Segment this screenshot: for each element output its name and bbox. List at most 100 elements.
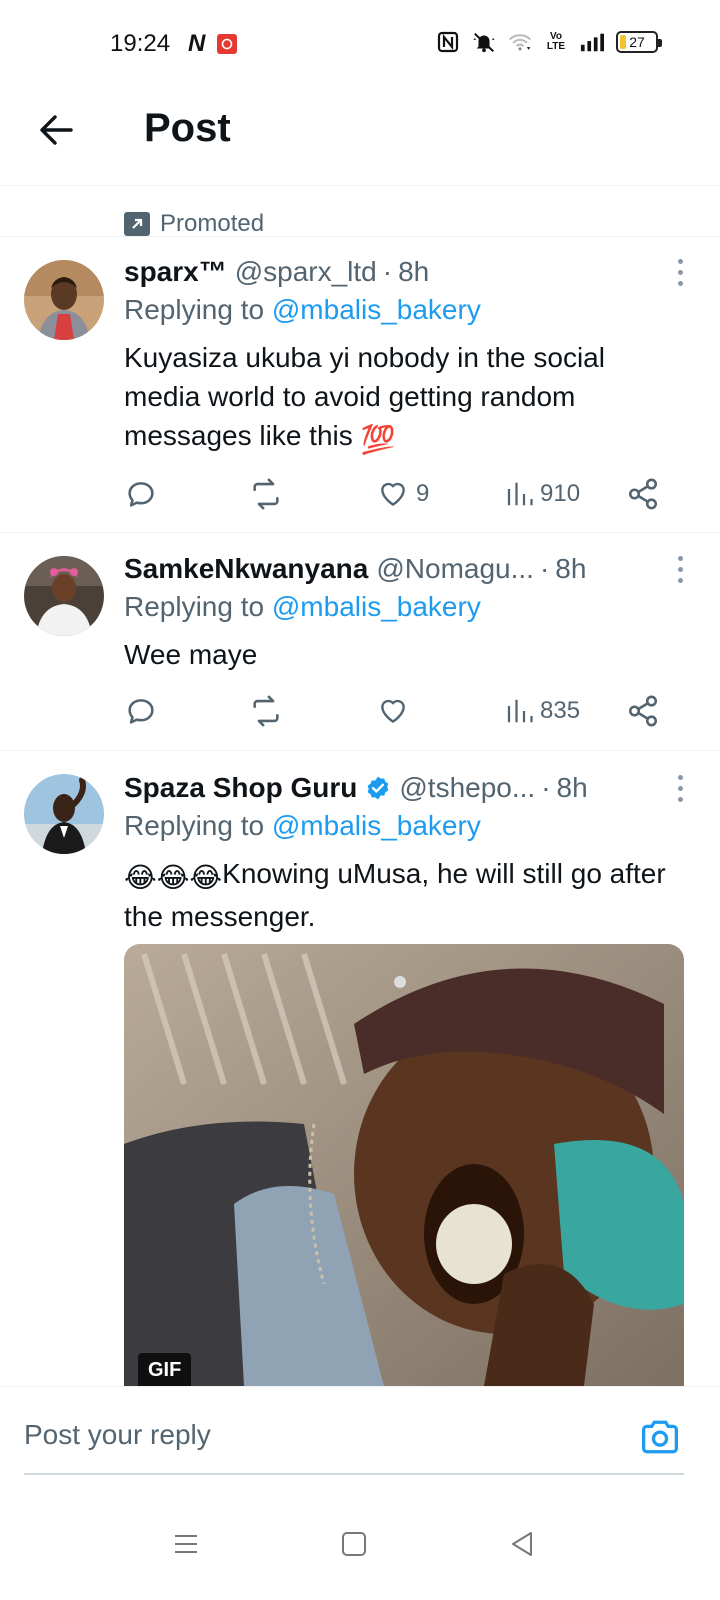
promoted-text: Promoted <box>160 210 265 237</box>
signal-icon <box>580 30 604 54</box>
replying-prefix: Replying to <box>124 810 265 841</box>
separator-dot: · <box>539 553 550 584</box>
home-square-icon <box>342 1532 366 1556</box>
repost-button[interactable] <box>248 691 284 731</box>
back-triangle-icon <box>512 1532 532 1556</box>
divider <box>0 750 720 751</box>
share-button[interactable] <box>626 691 660 731</box>
avatar[interactable] <box>24 556 104 636</box>
reply-input[interactable]: Post your reply <box>24 1419 211 1451</box>
status-left-icons: N <box>188 30 238 57</box>
mention-link[interactable]: @mbalis_bakery <box>272 591 481 622</box>
avatar[interactable] <box>24 260 104 340</box>
header: Post <box>0 92 720 186</box>
more-options-button[interactable] <box>670 252 690 292</box>
volte-icon: Vo LTE <box>546 31 566 52</box>
tweet-header: sparx™ @sparx_ltd · 8h <box>124 252 696 292</box>
repost-icon <box>253 695 279 727</box>
mention-link[interactable]: @mbalis_bakery <box>272 810 481 841</box>
camera-button[interactable] <box>638 1415 682 1459</box>
display-name[interactable]: Spaza Shop Guru <box>124 772 357 804</box>
replying-to: Replying to @mbalis_bakery <box>124 591 481 623</box>
reply-button[interactable] <box>124 474 158 514</box>
replying-to: Replying to @mbalis_bakery <box>124 294 481 326</box>
netflix-icon: N <box>188 30 206 57</box>
status-bar: 19:24 N Vo LTE 27 <box>0 0 720 92</box>
battery-icon: 27 <box>616 31 662 53</box>
tweet-header: Spaza Shop Guru @tshepo... · 8h <box>124 768 696 808</box>
replying-prefix: Replying to <box>124 591 265 622</box>
views-button[interactable]: 910 <box>504 474 580 514</box>
reply-icon <box>128 699 154 724</box>
display-name[interactable]: sparx™ <box>124 256 227 288</box>
laughing-emoji: 😂😂😂 <box>124 862 223 893</box>
replying-to: Replying to @mbalis_bakery <box>124 810 481 842</box>
home-button[interactable] <box>332 1522 376 1566</box>
camera-icon <box>642 1420 678 1454</box>
mute-icon <box>472 30 496 54</box>
tweet[interactable]: SamkeNkwanyana @Nomagu... · 8h Replying … <box>0 549 720 749</box>
display-name[interactable]: SamkeNkwanyana <box>124 553 368 585</box>
like-button[interactable]: 9 <box>376 474 429 514</box>
more-options-button[interactable] <box>670 549 690 589</box>
tweet-text: Wee maye <box>124 639 258 670</box>
replying-prefix: Replying to <box>124 294 265 325</box>
divider <box>0 236 720 237</box>
share-button[interactable] <box>626 474 660 514</box>
wifi-icon <box>508 30 532 54</box>
system-nav-bar <box>0 1492 720 1600</box>
separator-dot: · <box>541 772 551 803</box>
reply-underline <box>24 1473 684 1475</box>
heart-icon <box>381 482 405 506</box>
system-back-button[interactable] <box>500 1522 544 1566</box>
battery-fill <box>620 35 627 49</box>
reply-button[interactable] <box>124 691 158 731</box>
handle[interactable]: @sparx_ltd <box>235 256 377 288</box>
more-options-button[interactable] <box>670 768 690 808</box>
like-button[interactable] <box>376 691 416 731</box>
tweet[interactable]: sparx™ @sparx_ltd · 8h Replying to @mbal… <box>0 252 720 532</box>
arrow-left-icon <box>40 115 73 145</box>
handle[interactable]: @tshepo... <box>399 772 535 804</box>
battery-level: 27 <box>629 34 645 50</box>
tweet-text: Kuyasiza ukuba yi nobody in the social m… <box>124 338 684 459</box>
promoted-icon <box>124 212 150 236</box>
tweet-text: 😂😂😂Knowing uMusa, he will still go after… <box>124 854 684 936</box>
analytics-icon <box>507 699 533 723</box>
reply-icon <box>128 482 154 507</box>
view-count: 910 <box>540 480 581 507</box>
repost-icon <box>253 478 279 510</box>
nfc-icon <box>436 30 460 54</box>
analytics-icon <box>507 482 533 506</box>
action-bar: 835 <box>124 691 664 731</box>
repost-button[interactable] <box>248 474 284 514</box>
avatar[interactable] <box>24 774 104 854</box>
divider <box>0 532 720 533</box>
handle[interactable]: @Nomagu... <box>376 553 534 585</box>
mention-link[interactable]: @mbalis_bakery <box>272 294 481 325</box>
action-bar: 9 910 <box>124 474 664 514</box>
verified-badge-icon <box>365 775 391 801</box>
menu-icon <box>175 1535 197 1553</box>
hundred-points-emoji: 💯 <box>360 424 396 455</box>
reply-composer: Post your reply <box>0 1386 720 1492</box>
views-button[interactable]: 835 <box>504 691 580 731</box>
separator-dot: · <box>382 256 393 287</box>
heart-icon <box>381 699 405 723</box>
status-time: 19:24 <box>110 30 171 57</box>
like-count: 9 <box>416 480 430 507</box>
view-count: 835 <box>540 697 581 724</box>
page-title: Post <box>144 106 231 150</box>
share-icon <box>628 695 658 727</box>
gif-badge: GIF <box>138 1353 192 1386</box>
promoted-label[interactable]: Promoted <box>124 210 264 238</box>
red-app-icon <box>217 34 238 54</box>
timestamp[interactable]: 8h <box>398 256 429 288</box>
tweet-header: SamkeNkwanyana @Nomagu... · 8h <box>124 549 696 589</box>
recents-button[interactable] <box>164 1522 208 1566</box>
status-right-icons: Vo LTE 27 <box>436 30 662 54</box>
gif-media[interactable]: GIF <box>124 944 684 1386</box>
timestamp[interactable]: 8h <box>557 772 588 804</box>
back-button[interactable] <box>34 108 78 152</box>
timestamp[interactable]: 8h <box>555 553 586 585</box>
